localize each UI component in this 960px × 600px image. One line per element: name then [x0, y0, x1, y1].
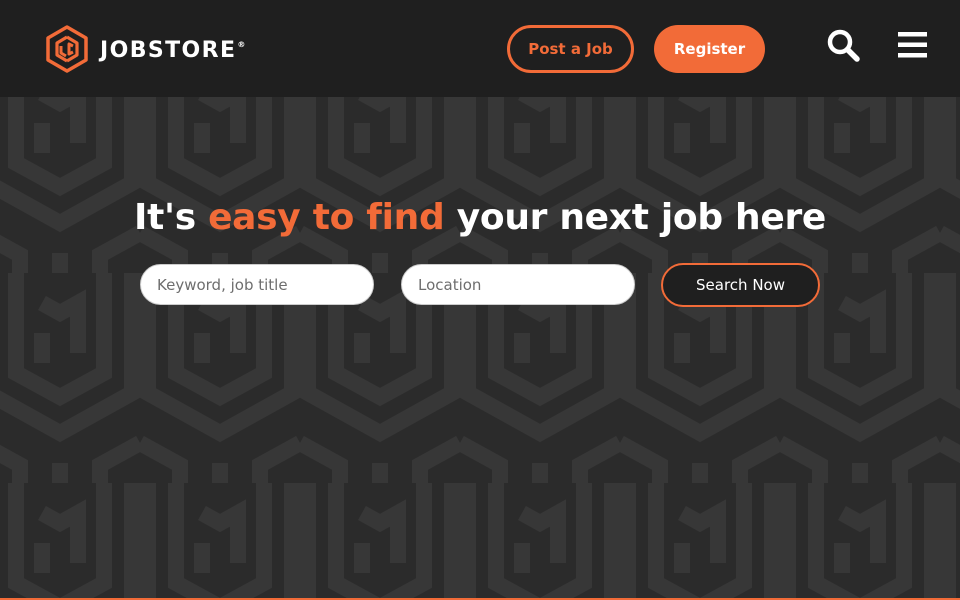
hero-headline: It's easy to find your next job here — [0, 197, 960, 238]
register-button[interactable]: Register — [654, 25, 765, 73]
search-icon[interactable] — [826, 28, 860, 62]
headline-part-2: your next job here — [444, 197, 827, 238]
location-search-input[interactable] — [401, 264, 635, 305]
registered-mark: ® — [237, 39, 247, 49]
site-header: JOBSTORE® Post a Job Register — [0, 0, 960, 97]
post-a-job-button[interactable]: Post a Job — [507, 25, 634, 73]
keyword-search-input[interactable] — [140, 264, 374, 305]
headline-part-1: It's — [133, 197, 209, 238]
geometric-background-pattern — [0, 97, 960, 598]
headline-accent: easy to find — [208, 197, 445, 238]
hexagon-logo-icon — [46, 25, 88, 73]
brand-logo[interactable]: JOBSTORE® — [45, 25, 246, 73]
search-now-button[interactable]: Search Now — [661, 263, 820, 307]
hamburger-menu-icon[interactable] — [898, 32, 927, 58]
brand-name: JOBSTORE® — [100, 37, 247, 63]
hero-section — [0, 97, 960, 598]
